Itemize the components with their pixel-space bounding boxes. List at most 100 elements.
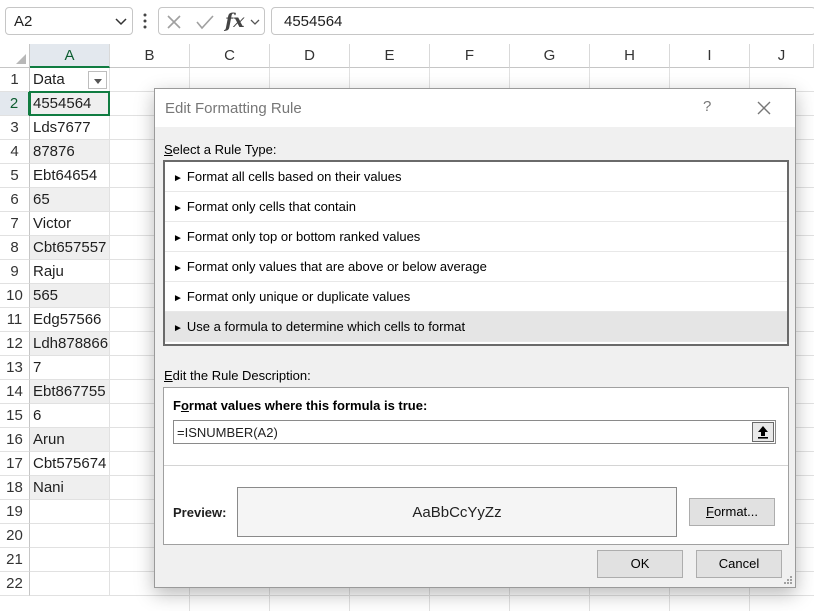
fx-icon[interactable]: fx (225, 10, 245, 32)
row-header[interactable]: 18 (0, 476, 30, 500)
table-cell[interactable]: Ldh878866 (30, 332, 110, 356)
list-item[interactable]: ► Format all cells based on their values (165, 162, 787, 192)
column-header-i[interactable]: I (670, 44, 750, 68)
chevron-down-icon[interactable] (249, 16, 261, 28)
dialog-title: Edit Formatting Rule (165, 100, 302, 117)
list-item[interactable]: ► Format only cells that contain (165, 192, 787, 222)
active-cell-highlight (29, 91, 110, 116)
row-header[interactable]: 5 (0, 164, 30, 188)
edit-formatting-rule-dialog: Edit Formatting Rule ? Select a Rule Typ… (154, 88, 796, 588)
row-header[interactable]: 17 (0, 452, 30, 476)
row-header[interactable]: 7 (0, 212, 30, 236)
enter-check-icon[interactable] (195, 13, 215, 31)
row-header[interactable]: 15 (0, 404, 30, 428)
row-header[interactable]: 20 (0, 524, 30, 548)
rule-type-list[interactable]: ► Format all cells based on their values … (163, 160, 789, 346)
row-header[interactable]: 3 (0, 116, 30, 140)
formula-heading: Format values where this formula is true… (173, 398, 428, 413)
arrow-right-icon: ► (173, 173, 183, 184)
cancel-x-icon[interactable] (165, 13, 183, 31)
header-cell-label: Data (33, 71, 65, 88)
column-header-j[interactable]: J (750, 44, 814, 68)
table-cell[interactable] (30, 548, 110, 572)
list-item[interactable]: ► Format only values that are above or be… (165, 252, 787, 282)
table-cell[interactable]: Cbt657557 (30, 236, 110, 260)
row-header[interactable]: 4 (0, 140, 30, 164)
column-header-d[interactable]: D (270, 44, 350, 68)
row-header[interactable]: 12 (0, 332, 30, 356)
select-rule-type-label: Select a Rule Type: (164, 142, 277, 157)
table-cell[interactable]: Victor (30, 212, 110, 236)
resize-grip-icon[interactable] (783, 575, 793, 585)
chevron-down-icon[interactable] (114, 14, 128, 28)
more-options-icon[interactable] (143, 12, 147, 30)
table-cell[interactable]: 6 (30, 404, 110, 428)
column-header-h[interactable]: H (590, 44, 670, 68)
formula-bar: A2 fx 4554564 (0, 0, 814, 44)
preview-label: Preview: (173, 505, 227, 520)
table-cell[interactable]: Ebt64654 (30, 164, 110, 188)
row-header[interactable]: 2 (0, 92, 30, 116)
column-header-e[interactable]: E (350, 44, 430, 68)
header-cell[interactable]: Data (30, 68, 110, 92)
cancel-button[interactable]: Cancel (696, 550, 782, 578)
formula-input-value: 4554564 (284, 13, 343, 30)
row-header[interactable]: 9 (0, 260, 30, 284)
row-header[interactable]: 10 (0, 284, 30, 308)
name-box-value: A2 (14, 13, 33, 30)
table-cell[interactable]: Edg57566 (30, 308, 110, 332)
table-cell[interactable]: Ebt867755 (30, 380, 110, 404)
row-header[interactable]: 11 (0, 308, 30, 332)
help-button[interactable]: ? (703, 98, 711, 115)
list-item[interactable]: ► Format only unique or duplicate values (165, 282, 787, 312)
ok-button[interactable]: OK (597, 550, 683, 578)
table-cell[interactable] (30, 524, 110, 548)
table-cell[interactable]: Lds7677 (30, 116, 110, 140)
dialog-titlebar[interactable]: Edit Formatting Rule ? (155, 89, 795, 127)
table-cell[interactable]: Raju (30, 260, 110, 284)
row-header[interactable]: 13 (0, 356, 30, 380)
table-cell[interactable]: Arun (30, 428, 110, 452)
column-header-f[interactable]: F (430, 44, 510, 68)
format-button[interactable]: Format... (689, 498, 775, 526)
column-header-c[interactable]: C (190, 44, 270, 68)
select-all-corner[interactable] (0, 44, 30, 68)
column-header-g[interactable]: G (510, 44, 590, 68)
formula-field[interactable]: =ISNUMBER(A2) (173, 420, 776, 444)
arrow-right-icon: ► (173, 263, 183, 274)
formula-field-value: =ISNUMBER(A2) (177, 425, 278, 440)
table-cell[interactable] (30, 572, 110, 596)
upload-arrow-icon (758, 426, 768, 439)
row-header[interactable]: 6 (0, 188, 30, 212)
column-header-a[interactable]: A (30, 44, 110, 68)
table-cell[interactable]: Nani (30, 476, 110, 500)
formula-input[interactable]: 4554564 (271, 7, 814, 35)
filter-dropdown-icon[interactable] (88, 71, 107, 89)
column-header-b[interactable]: B (110, 44, 190, 68)
rule-description-panel: Format values where this formula is true… (163, 387, 789, 545)
close-icon[interactable] (755, 99, 773, 117)
edit-rule-description-label: Edit the Rule Description: (164, 368, 311, 383)
list-item-selected[interactable]: ► Use a formula to determine which cells … (165, 312, 787, 342)
table-cell[interactable]: Cbt575674 (30, 452, 110, 476)
preview-box: AaBbCcYyZz (237, 487, 677, 537)
arrow-right-icon: ► (173, 293, 183, 304)
row-header[interactable]: 22 (0, 572, 30, 596)
collapse-dialog-button[interactable] (752, 422, 774, 442)
row-header[interactable]: 1 (0, 68, 30, 92)
table-cell[interactable] (30, 500, 110, 524)
table-cell[interactable]: 65 (30, 188, 110, 212)
preview-sample: AaBbCcYyZz (412, 504, 502, 521)
list-item[interactable]: ► Format only top or bottom ranked values (165, 222, 787, 252)
name-box[interactable]: A2 (5, 7, 133, 35)
row-header[interactable]: 19 (0, 500, 30, 524)
row-header[interactable]: 21 (0, 548, 30, 572)
table-cell[interactable]: 7 (30, 356, 110, 380)
arrow-right-icon: ► (173, 323, 183, 334)
table-cell[interactable]: 87876 (30, 140, 110, 164)
table-cell[interactable]: 565 (30, 284, 110, 308)
row-header[interactable]: 8 (0, 236, 30, 260)
row-header[interactable]: 14 (0, 380, 30, 404)
row-header[interactable]: 16 (0, 428, 30, 452)
formula-actions: fx (158, 7, 265, 35)
